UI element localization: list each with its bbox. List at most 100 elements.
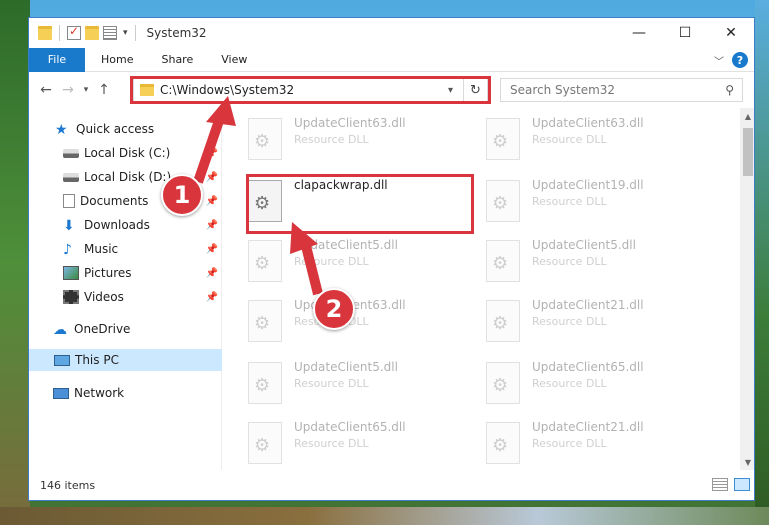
title-separator [134,25,136,41]
file-name: UpdateClient63.dll [532,116,644,130]
scroll-thumb[interactable] [743,128,753,176]
dll-file-icon [248,240,282,282]
file-item[interactable]: UpdateClient21.dll Resource DLL [486,296,712,346]
file-item[interactable]: UpdateClient63.dll Resource DLL [486,114,712,164]
close-button[interactable]: ✕ [708,18,754,48]
file-type: Resource DLL [532,195,607,208]
sidebar-item-this-pc[interactable]: This PC [29,349,222,371]
tab-view[interactable]: View [207,53,261,66]
address-dropdown-icon[interactable]: ▾ [448,85,453,96]
file-item-clapackwrap[interactable]: clapackwrap.dll [248,176,474,226]
chevron-down-icon[interactable]: ﹀ [714,53,724,68]
file-item[interactable]: UpdateClient63.dllResource DLL [248,114,474,164]
recent-locations-button[interactable]: ▾ [79,85,93,95]
up-button[interactable]: ↑ [93,82,115,98]
file-item[interactable]: UpdateClient65.dll Resource DLL [486,358,712,408]
help-icon[interactable]: ? [732,52,748,68]
download-icon: ⬇ [63,218,75,234]
pictures-icon [63,266,79,280]
sidebar-item-label: Local Disk (C:) [84,146,171,160]
sidebar-item-downloads[interactable]: ⬇ Downloads 📌 [63,214,222,236]
tab-home[interactable]: Home [87,53,147,66]
window-controls: — ☐ ✕ [616,18,754,48]
documents-icon [63,194,75,208]
pin-icon[interactable]: 📌 [206,172,218,183]
sidebar-item-quick-access[interactable]: ★ Quick access [55,118,248,140]
tab-file[interactable]: File [29,47,85,72]
properties-icon[interactable] [67,24,81,40]
sidebar-item-label: Documents [80,194,149,208]
file-type: Resource DLL [294,437,369,450]
file-name: clapackwrap.dll [294,178,388,192]
sidebar-item-music[interactable]: ♪ Music 📌 [63,238,222,260]
address-path[interactable]: C:\Windows\System32 [160,83,294,97]
file-name: UpdateClient5.dll [294,360,398,374]
file-type: Resource DLL [532,377,607,390]
sidebar-item-label: Pictures [84,266,132,280]
file-item[interactable]: UpdateClient63.dllResource DLL [248,296,474,346]
search-input[interactable]: Search System32 ⚲ [500,78,743,102]
vertical-scrollbar[interactable]: ▲ ▼ [740,108,754,470]
file-item[interactable]: UpdateClient5.dll Resource DLL [248,358,474,408]
navigation-pane: ★ Quick access Local Disk (C:) 📌 Local D… [29,108,222,470]
desktop-background-left [0,0,30,525]
pin-icon[interactable]: 📌 [206,220,218,231]
sidebar-item-videos[interactable]: Videos 📌 [63,286,222,308]
back-button[interactable]: ← [35,82,57,98]
sidebar-item-pictures[interactable]: Pictures 📌 [63,262,222,284]
file-item[interactable]: UpdateClient21.dll Resource DLL [486,418,712,468]
file-type: Resource DLL [532,133,607,146]
dll-file-icon [486,240,520,282]
tab-share[interactable]: Share [147,53,207,66]
details-view-icon[interactable] [712,478,728,491]
scroll-down-icon[interactable]: ▼ [740,454,754,470]
pin-icon[interactable]: 📌 [206,148,218,159]
refresh-button[interactable]: ↻ [463,78,487,102]
dll-file-icon [486,118,520,160]
sidebar-item-onedrive[interactable]: ☁ OneDrive [53,318,246,340]
window-title: System32 [146,26,207,40]
dll-file-icon [248,422,282,464]
folder-icon [140,84,154,96]
file-type: Resource DLL [294,133,369,146]
qat-dropdown-icon[interactable]: ▾ [123,28,128,38]
file-type: Resource DLL [294,255,369,268]
file-explorer-window: ▾ System32 — ☐ ✕ File Home Share View ﹀ … [28,17,755,501]
pin-icon[interactable]: 📌 [206,196,218,207]
file-item[interactable]: UpdateClient65.dll Resource DLL [248,418,474,468]
file-item[interactable]: UpdateClient19.dll Resource DLL [486,176,712,226]
file-name: UpdateClient65.dll [294,420,406,434]
toolbar-separator [59,25,60,41]
search-icon[interactable]: ⚲ [725,83,734,97]
customize-view-icon[interactable] [103,26,117,40]
ribbon-tabs: File Home Share View ﹀ ? [29,47,754,72]
file-type: Resource DLL [532,315,607,328]
pin-icon[interactable]: 📌 [206,292,218,303]
dll-file-icon [486,362,520,404]
pin-icon[interactable]: 📌 [206,268,218,279]
address-bar[interactable]: C:\Windows\System32 ▾ ↻ [133,78,488,102]
dll-file-icon [248,118,282,160]
file-name: UpdateClient65.dll [532,360,644,374]
sidebar-item-local-disk-c[interactable]: Local Disk (C:) 📌 [63,142,222,164]
new-folder-icon[interactable] [85,26,99,40]
maximize-button[interactable]: ☐ [662,18,708,48]
file-item[interactable]: UpdateClient5.dll Resource DLL [486,236,712,286]
pin-icon[interactable]: 📌 [206,244,218,255]
file-type: Resource DLL [532,437,607,450]
large-icons-view-icon[interactable] [734,478,750,491]
forward-button[interactable]: → [57,82,79,98]
scroll-up-icon[interactable]: ▲ [740,108,754,124]
item-count: 146 items [40,478,96,492]
star-icon: ★ [55,122,68,138]
search-placeholder: Search System32 [510,83,616,97]
sidebar-item-network[interactable]: Network [53,382,246,404]
file-type: Resource DLL [294,377,369,390]
dll-file-icon [248,300,282,342]
dll-file-icon [248,362,282,404]
file-item[interactable]: UpdateClient5.dll Resource DLL [248,236,474,286]
file-list: UpdateClient63.dll Resource DLL UpdateCli… [222,108,754,470]
network-icon [53,387,69,399]
file-name: UpdateClient5.dll [532,238,636,252]
minimize-button[interactable]: — [616,18,662,48]
